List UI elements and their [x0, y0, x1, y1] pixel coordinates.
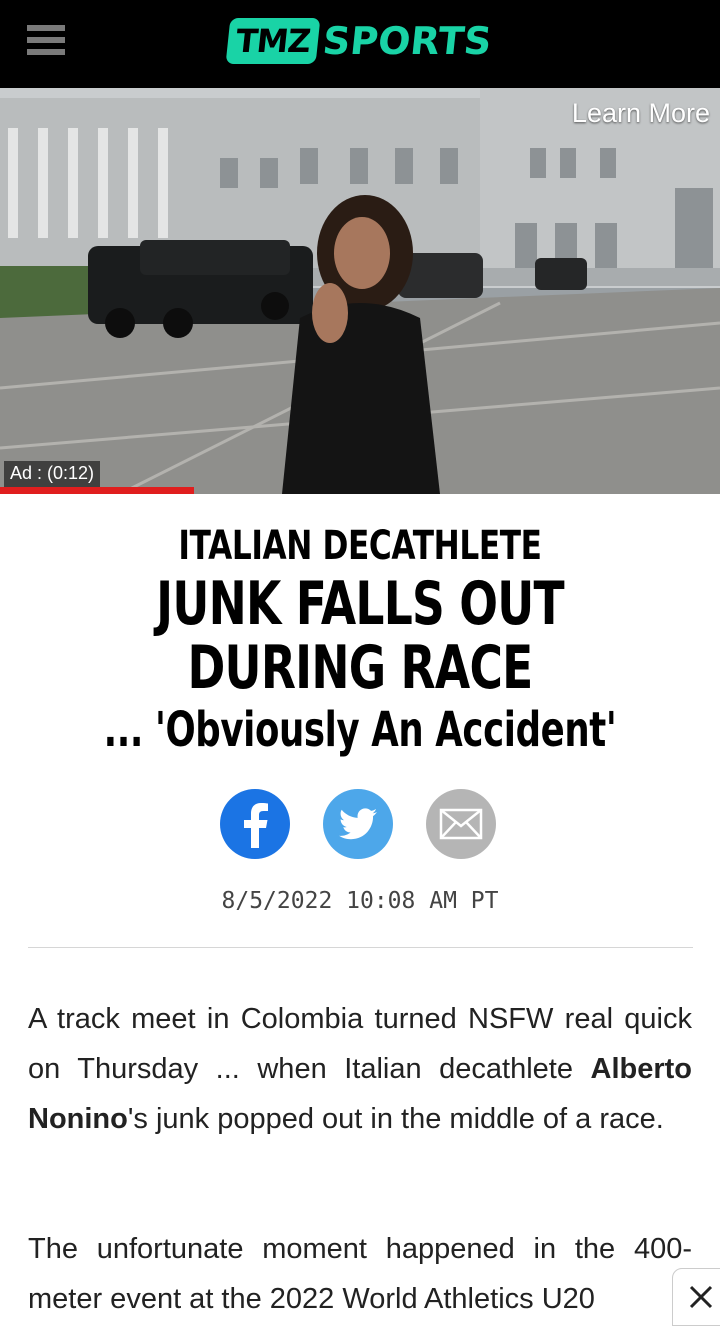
video-frame: [0, 88, 720, 494]
video-ad[interactable]: Learn More Ad : (0:12): [0, 88, 720, 494]
article-headline: ITALIAN DECATHLETE JUNK FALLS OUT DURING…: [0, 520, 720, 758]
facebook-icon: [244, 803, 268, 848]
email-icon: [439, 808, 483, 840]
ad-progress-fill: [0, 487, 195, 494]
article-paragraph-2: The unfortunate moment happened in the 4…: [28, 1233, 692, 1315]
headline-subtitle: ... 'Obviously An Accident': [103, 702, 617, 758]
facebook-share-button[interactable]: [220, 789, 290, 859]
logo-sports-text: SPORTS: [320, 19, 494, 63]
menu-icon[interactable]: [27, 25, 65, 55]
logo-tmz-text: TMZ: [225, 18, 321, 64]
tmz-sports-logo[interactable]: TMZ SPORTS: [225, 17, 494, 65]
divider: [28, 947, 693, 948]
ad-progress-bar: [0, 487, 720, 494]
headline-kicker: ITALIAN DECATHLETE: [178, 523, 542, 569]
headline-title: JUNK FALLS OUT DURING RACE: [156, 569, 564, 703]
twitter-share-button[interactable]: [323, 789, 393, 859]
close-ad-button[interactable]: [672, 1268, 720, 1326]
article-paragraph-1: A track meet in Colombia turned NSFW rea…: [28, 994, 692, 1144]
close-icon: [689, 1285, 713, 1309]
top-bar: TMZ SPORTS: [0, 0, 720, 88]
twitter-icon: [339, 808, 377, 840]
share-buttons: [220, 789, 496, 859]
paragraph-text: 's junk popped out in the middle of a ra…: [127, 1103, 664, 1135]
learn-more-link[interactable]: Learn More: [572, 98, 710, 129]
article-timestamp: 8/5/2022 10:08 AM PT: [221, 888, 499, 914]
email-share-button[interactable]: [426, 789, 496, 859]
ad-countdown: Ad : (0:12): [4, 461, 101, 487]
